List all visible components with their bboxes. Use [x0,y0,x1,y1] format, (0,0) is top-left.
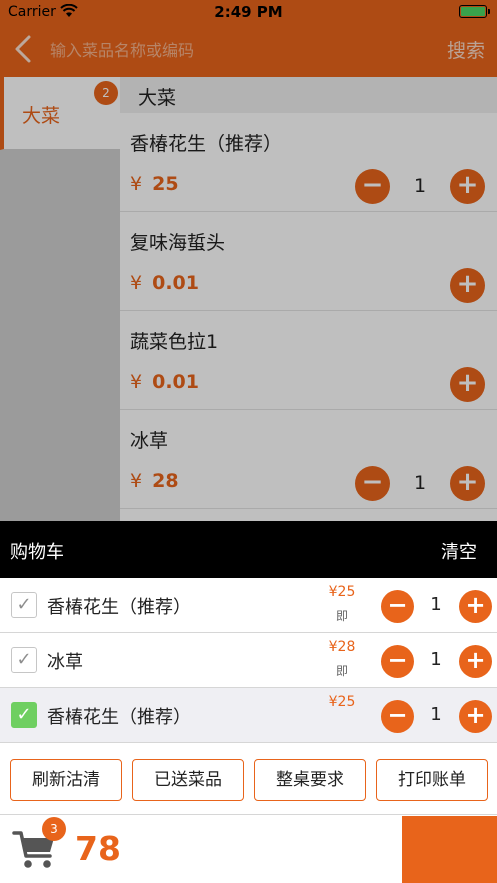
cart-header: 购物车 清空 [0,521,497,578]
cart-item-quantity: 1 [430,704,442,725]
cart-row: ✓ 香椿花生（推荐） ¥25 − 1 + [0,688,497,743]
cart-title: 购物车 [10,542,64,563]
item-checkbox[interactable]: ✓ [11,702,37,728]
dim-overlay[interactable] [0,0,497,521]
print-bill-button[interactable]: 打印账单 [376,759,488,801]
increase-button[interactable]: + [459,590,492,623]
refresh-soldout-button[interactable]: 刷新沽清 [10,759,122,801]
decrease-button[interactable]: − [381,645,414,678]
cart-item-price: ¥25 [328,584,356,600]
cart-count-badge: 3 [42,817,66,841]
cart-item-name: 冰草 [47,652,83,673]
served-dishes-button[interactable]: 已送菜品 [132,759,244,801]
cart-item-name: 香椿花生（推荐） [47,597,191,618]
clear-cart-button[interactable]: 清空 [441,538,477,564]
decrease-button[interactable]: − [381,700,414,733]
table-requirements-button[interactable]: 整桌要求 [254,759,366,801]
checkmark-icon: ✓ [16,649,32,670]
cart-item-name: 香椿花生（推荐） [47,707,191,728]
cart-row: ✓ 冰草 ¥28 即 − 1 + [0,633,497,688]
cart-item-quantity: 1 [430,649,442,670]
cart-item-note: 即 [335,664,348,678]
submit-order-button[interactable] [402,816,497,883]
cart-row: ✓ 香椿花生（推荐） ¥25 即 − 1 + [0,578,497,633]
cart-item-quantity: 1 [430,594,442,615]
cart-item-price: ¥25 [328,694,356,710]
item-checkbox[interactable]: ✓ [11,592,37,618]
checkmark-icon: ✓ [16,704,32,725]
action-bar: 刷新沽清 已送菜品 整桌要求 打印账单 [0,745,497,815]
item-checkbox[interactable]: ✓ [11,647,37,673]
increase-button[interactable]: + [459,645,492,678]
checkmark-icon: ✓ [16,594,32,615]
cart-total: 78 [75,829,121,868]
increase-button[interactable]: + [459,700,492,733]
decrease-button[interactable]: − [381,590,414,623]
cart-item-note: 即 [335,609,348,623]
cart-item-price: ¥28 [328,639,356,655]
